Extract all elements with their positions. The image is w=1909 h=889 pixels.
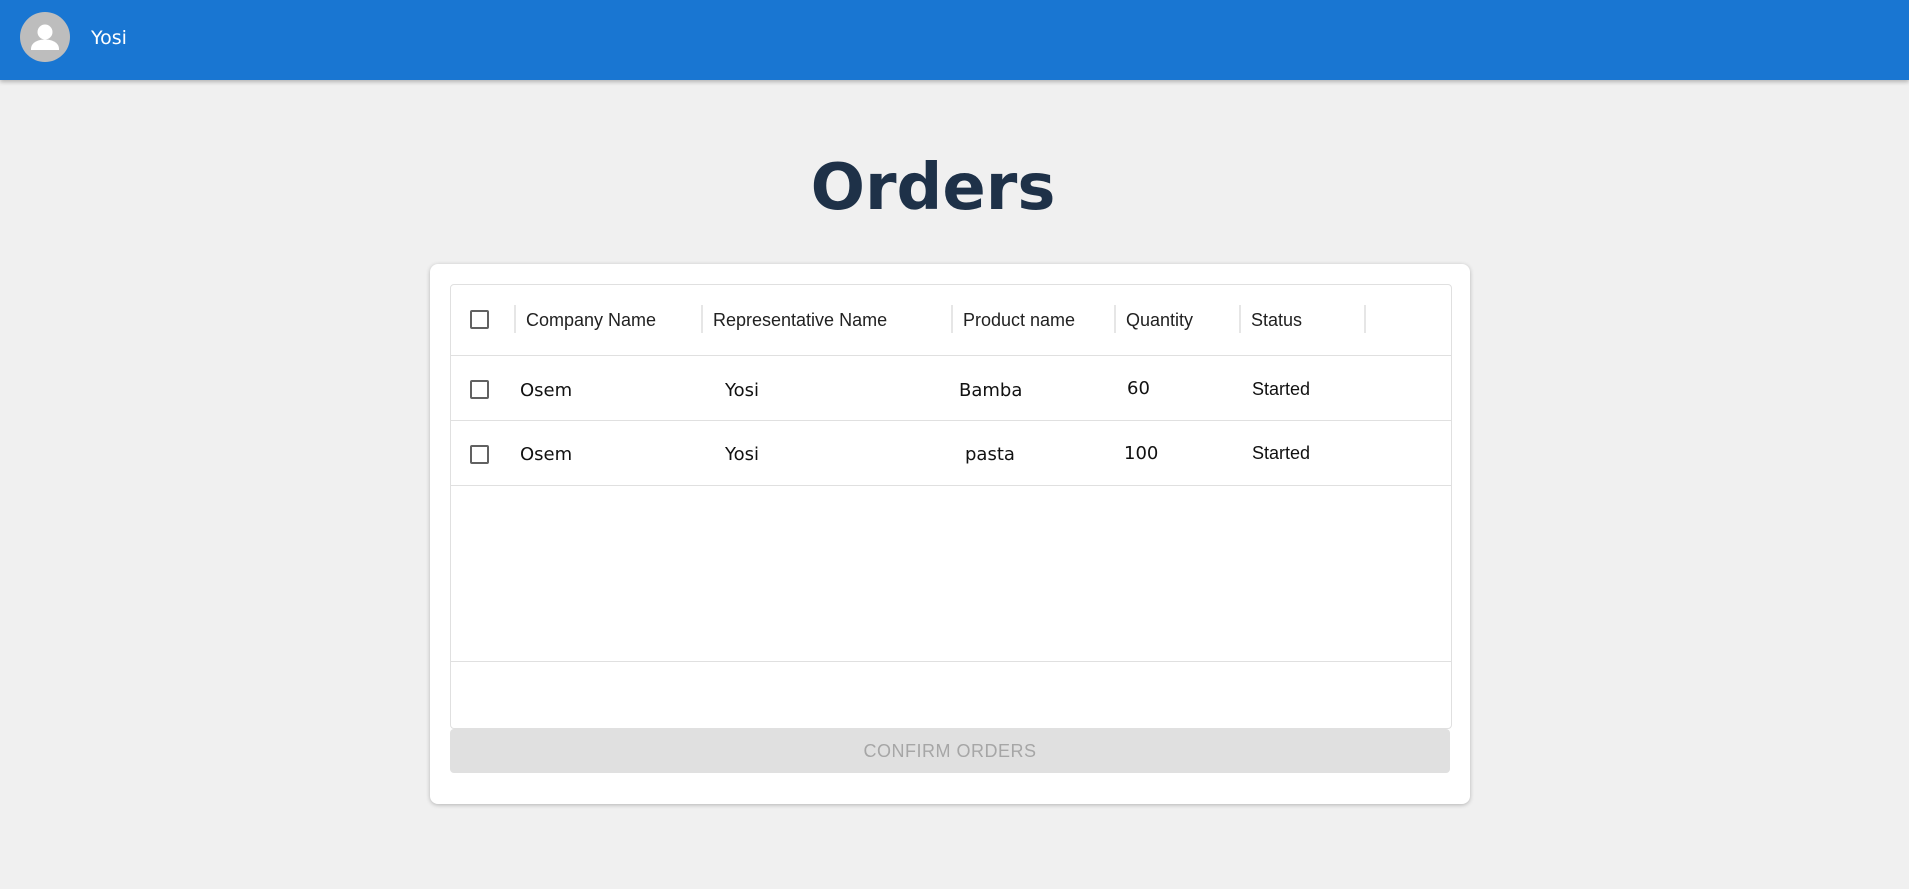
cell-representative: Yosi: [725, 380, 759, 401]
orders-card: Company Name Representative Name Product…: [430, 264, 1470, 804]
select-all-checkbox[interactable]: [470, 310, 489, 329]
column-separator[interactable]: [1114, 305, 1116, 333]
orders-grid: Company Name Representative Name Product…: [450, 284, 1452, 729]
column-separator[interactable]: [1364, 305, 1366, 333]
cell-status: Started: [1252, 443, 1311, 463]
column-separator[interactable]: [1239, 305, 1241, 333]
confirm-orders-button[interactable]: CONFIRM ORDERS: [450, 729, 1450, 773]
column-separator[interactable]: [951, 305, 953, 333]
cell-status: Started: [1252, 379, 1311, 399]
app-bar: Yosi: [0, 0, 1909, 80]
cell-representative: Yosi: [725, 444, 759, 465]
username: Yosi: [91, 27, 127, 49]
column-header-status[interactable]: Status: [1251, 310, 1302, 331]
column-header-company-name[interactable]: Company Name: [526, 310, 656, 331]
column-header-representative-name[interactable]: Representative Name: [713, 310, 887, 331]
page-title: Orders: [810, 151, 1056, 225]
cell-quantity: 100: [1124, 443, 1159, 464]
avatar[interactable]: [20, 12, 70, 62]
cell-product: Bamba: [959, 380, 1023, 401]
column-separator[interactable]: [514, 305, 516, 333]
table-row[interactable]: Osem Yosi pasta 100 Started: [451, 421, 1451, 486]
table-row[interactable]: Osem Yosi Bamba 60 Started: [451, 356, 1451, 421]
cell-company: Osem: [520, 444, 573, 465]
column-separator[interactable]: [701, 305, 703, 333]
cell-quantity: 60: [1127, 378, 1150, 399]
cell-company: Osem: [520, 380, 573, 401]
cell-product: pasta: [965, 444, 1015, 465]
grid-empty-area: [451, 485, 1451, 662]
column-header-quantity[interactable]: Quantity: [1126, 310, 1193, 331]
person-icon: [31, 24, 59, 50]
row-checkbox[interactable]: [470, 445, 489, 464]
grid-header: Company Name Representative Name Product…: [451, 285, 1451, 356]
column-header-product-name[interactable]: Product name: [963, 310, 1075, 331]
row-checkbox[interactable]: [470, 380, 489, 399]
